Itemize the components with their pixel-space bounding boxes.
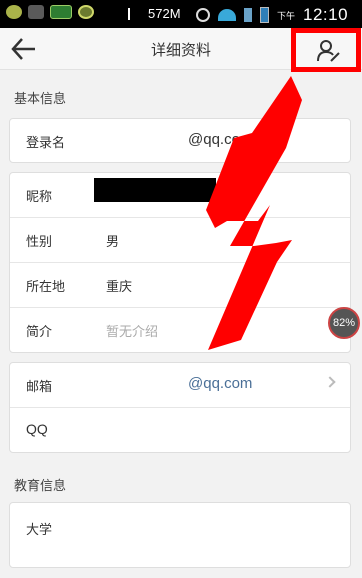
am-pm-label: 下午 [277,10,296,21]
avatar-notification-icon [78,5,94,19]
university-label: 大学 [26,523,53,538]
profile-details-card: 昵称 性别 男 所在地 重庆 简介 暂无介绍 [9,172,351,353]
keyboard-icon [28,5,44,19]
network-speed: 572M [148,6,181,21]
email-value: @qq.com [188,375,253,392]
network-indicator: 572M [128,6,181,21]
gender-label: 性别 [26,235,53,250]
education-card: 大学 [9,502,351,568]
status-bar: 572M 下午 12:10 [0,0,362,28]
location-row[interactable]: 所在地 重庆 [10,263,350,308]
system-status: 下午 12:10 [196,5,348,25]
login-name-row[interactable]: 登录名 @qq.com [10,119,350,164]
wifi-icon [218,9,236,21]
location-label: 所在地 [26,280,66,295]
gender-row[interactable]: 性别 男 [10,218,350,263]
clock: 12:10 [303,5,349,24]
cell-signal-icon [244,8,252,22]
progress-badge[interactable]: 82% [328,307,360,339]
login-name-label: 登录名 [26,136,66,151]
signal-icon [128,7,142,20]
chevron-right-icon [324,376,336,388]
nickname-label: 昵称 [26,190,53,205]
nickname-row[interactable]: 昵称 [10,173,350,218]
notification-icons [6,5,94,19]
title-bar: 详细资料 [0,28,362,72]
login-name-card: 登录名 @qq.com [9,118,351,163]
battery-app-icon [50,5,72,19]
intro-placeholder: 暂无介绍 [106,325,159,340]
qq-row[interactable]: QQ [10,408,350,453]
section-title-basic-info: 基本信息 [14,92,67,107]
contact-card: 邮箱 @qq.com QQ [9,362,351,453]
location-value: 重庆 [106,280,133,295]
intro-row[interactable]: 简介 暂无介绍 [10,308,350,353]
university-row[interactable]: 大学 [10,503,350,569]
edit-profile-button[interactable] [291,28,361,72]
intro-label: 简介 [26,325,53,340]
gender-value: 男 [106,235,120,250]
email-label: 邮箱 [26,380,53,395]
edit-user-icon [317,40,340,62]
qq-label: QQ [26,421,48,437]
redacted-nickname [94,178,216,202]
alarm-icon [196,8,210,22]
battery-icon [260,7,269,23]
app-notification-icon [6,5,22,19]
email-row[interactable]: 邮箱 @qq.com [10,363,350,408]
section-title-education: 教育信息 [14,479,67,494]
login-name-value: @qq.com [188,131,253,148]
